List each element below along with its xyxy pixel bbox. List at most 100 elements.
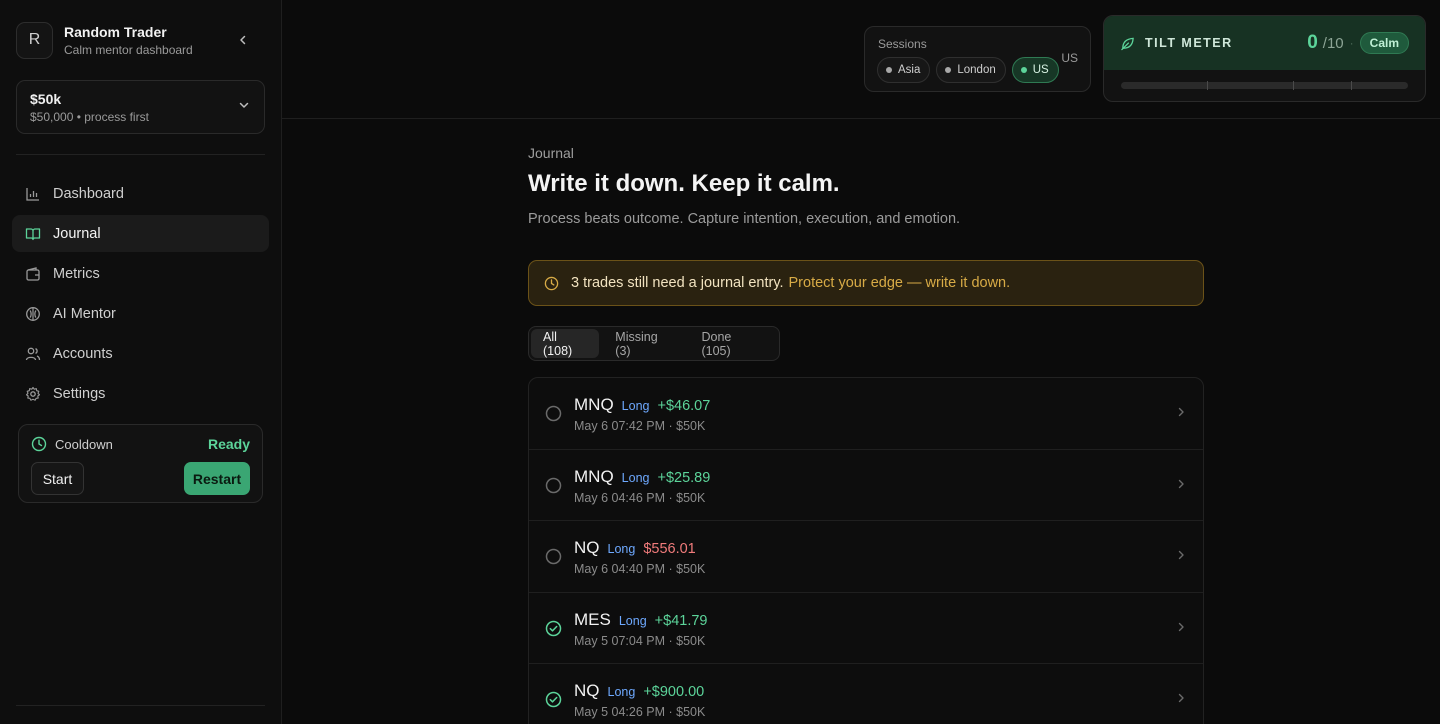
chevron-right-icon xyxy=(1178,550,1184,560)
trade-pnl: $556.01 xyxy=(643,541,696,557)
leaf-icon xyxy=(1121,37,1134,50)
sidebar-item-dashboard[interactable]: Dashboard xyxy=(12,175,269,212)
sidebar-divider xyxy=(16,154,265,155)
trade-symbol: MNQ xyxy=(574,466,614,486)
restart-button[interactable]: Restart xyxy=(184,462,250,495)
clock-icon xyxy=(544,276,559,290)
trade-side: Long xyxy=(607,685,636,699)
tab-missing[interactable]: Missing (3) xyxy=(603,329,685,358)
missing-journal-banner: 3 trades still need a journal entry. Pro… xyxy=(528,260,1204,306)
trade-row[interactable]: MNQ Long +$46.07 May 6 07:42 PM · $50K xyxy=(529,378,1203,450)
cooldown-card: Cooldown Ready Start Restart xyxy=(18,424,263,503)
tilt-track xyxy=(1121,81,1408,90)
avatar: R xyxy=(16,21,53,59)
trade-side: Long xyxy=(621,399,650,413)
session-pill-london[interactable]: London xyxy=(936,57,1006,83)
sidebar-item-label: Accounts xyxy=(53,345,113,362)
tilt-meter: TILT METER 0 /10 · Calm xyxy=(1103,15,1426,102)
sidebar-item-label: Metrics xyxy=(53,265,100,282)
breadcrumb: Journal xyxy=(528,145,574,161)
sessions-label: Sessions xyxy=(878,37,927,51)
chevron-right-icon xyxy=(1178,479,1184,488)
tilt-max: /10 xyxy=(1322,34,1344,52)
current-session: US xyxy=(1061,51,1078,65)
cooldown-status: Ready xyxy=(207,436,250,452)
account-title: $50k xyxy=(30,91,62,107)
wallet-icon xyxy=(24,265,41,282)
trade-side: Long xyxy=(621,470,650,485)
tilt-separator: · xyxy=(1349,36,1354,50)
users-icon xyxy=(24,345,41,362)
account-select[interactable]: $50k $50,000 • process first xyxy=(16,80,265,134)
tilt-score: 0 xyxy=(1307,32,1318,53)
empty-circle-icon xyxy=(545,405,562,422)
session-pill-us[interactable]: US xyxy=(1011,57,1059,83)
trade-row[interactable]: MNQ Long +$25.89 May 6 04:46 PM · $50K xyxy=(529,450,1203,521)
clock-icon xyxy=(31,436,47,452)
trade-row[interactable]: MES Long +$41.79 May 5 07:04 PM · $50K xyxy=(529,593,1203,664)
sidebar-item-metrics[interactable]: Metrics xyxy=(12,255,269,292)
chevron-left-icon xyxy=(240,35,246,45)
trade-meta: May 5 04:26 PM · $50K xyxy=(574,705,706,719)
profile-subtitle: Calm mentor dashboard xyxy=(64,42,193,57)
sidebar-nav: Dashboard Journal Metrics AI Mentor Acco… xyxy=(12,175,269,415)
sidebar-item-accounts[interactable]: Accounts xyxy=(12,335,269,372)
trade-pnl: +$41.79 xyxy=(654,612,708,629)
sidebar-item-label: AI Mentor xyxy=(53,305,116,322)
trade-pnl: +$25.89 xyxy=(657,469,711,486)
tilt-status-badge: Calm xyxy=(1359,32,1409,54)
sidebar-divider xyxy=(16,705,265,706)
trade-pnl: +$46.07 xyxy=(657,398,711,414)
profile: R Random Trader Calm mentor dashboard xyxy=(16,20,266,60)
bar-chart-icon xyxy=(24,185,41,202)
page-title: Write it down. Keep it calm. xyxy=(528,170,840,197)
sidebar-item-label: Journal xyxy=(53,225,101,242)
empty-circle-icon xyxy=(545,548,562,565)
trade-pnl: +$900.00 xyxy=(643,684,705,700)
check-circle-icon xyxy=(545,691,562,708)
banner-message: 3 trades still need a journal entry. xyxy=(571,275,784,291)
tab-done[interactable]: Done (105) xyxy=(689,329,773,358)
sessions-selector: Sessions Asia London US US xyxy=(864,26,1091,92)
trade-meta: May 6 07:42 PM · $50K xyxy=(574,419,706,433)
trade-meta: May 5 07:04 PM · $50K xyxy=(574,633,706,648)
trade-meta: May 6 04:40 PM · $50K xyxy=(574,562,706,576)
brain-icon xyxy=(24,305,41,322)
gear-icon xyxy=(24,385,41,402)
empty-circle-icon xyxy=(545,477,562,493)
trade-side: Long xyxy=(618,613,647,628)
chevron-down-icon xyxy=(239,102,249,108)
sidebar-item-ai-mentor[interactable]: AI Mentor xyxy=(12,295,269,332)
trade-list: MNQ Long +$46.07 May 6 07:42 PM · $50K M… xyxy=(528,377,1204,724)
cooldown-label: Cooldown xyxy=(55,436,113,452)
start-button[interactable]: Start xyxy=(31,462,84,495)
journal-main: Journal Write it down. Keep it calm. Pro… xyxy=(528,145,1204,724)
trade-symbol: NQ xyxy=(574,681,600,700)
sidebar-item-settings[interactable]: Settings xyxy=(12,375,269,412)
sidebar: R Random Trader Calm mentor dashboard $5… xyxy=(0,0,282,724)
account-subtitle: $50,000 • process first xyxy=(30,110,149,124)
trade-symbol: MES xyxy=(574,609,611,629)
collapse-sidebar-button[interactable] xyxy=(234,31,252,49)
trade-row[interactable]: NQ Long $556.01 May 6 04:40 PM · $50K xyxy=(529,521,1203,593)
session-pill-asia[interactable]: Asia xyxy=(877,57,931,83)
tab-all[interactable]: All (108) xyxy=(531,329,600,358)
trade-side: Long xyxy=(607,542,636,556)
sidebar-item-label: Settings xyxy=(53,385,106,402)
book-icon xyxy=(24,225,41,242)
trade-symbol: NQ xyxy=(574,538,600,557)
chevron-right-icon xyxy=(1178,407,1184,417)
trade-row[interactable]: NQ Long +$900.00 May 5 04:26 PM · $50K xyxy=(529,664,1203,724)
trade-symbol: MNQ xyxy=(574,395,614,414)
trade-meta: May 6 04:46 PM · $50K xyxy=(574,490,706,505)
chevron-right-icon xyxy=(1178,693,1184,703)
page-subtitle: Process beats outcome. Capture intention… xyxy=(528,211,961,227)
profile-name: Random Trader xyxy=(64,23,167,40)
tilt-meter-title: TILT METER xyxy=(1145,36,1233,50)
journal-filter-tabs: All (108) Missing (3) Done (105) xyxy=(528,326,780,361)
check-circle-icon xyxy=(545,620,562,636)
banner-hint: Protect your edge — write it down. xyxy=(788,275,1011,291)
topbar: Sessions Asia London US US TILT METER 0 … xyxy=(282,0,1440,119)
sidebar-item-label: Dashboard xyxy=(53,185,124,202)
sidebar-item-journal[interactable]: Journal xyxy=(12,215,269,252)
